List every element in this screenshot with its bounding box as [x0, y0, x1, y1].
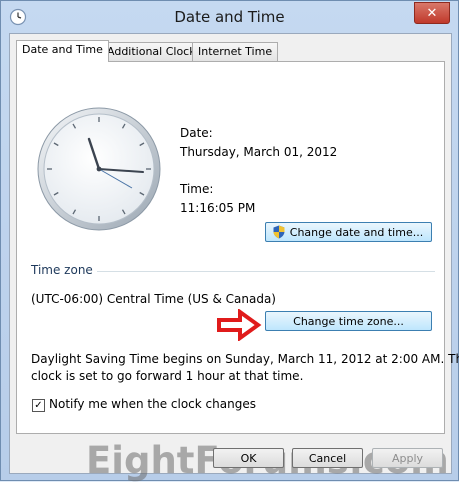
time-zone-separator [97, 271, 435, 272]
dst-info-line-2: clock is set to go forward 1 hour at tha… [31, 369, 304, 383]
time-zone-section-label: Time zone [31, 263, 93, 277]
time-value: 11:16:05 PM [180, 201, 256, 215]
change-time-zone-button[interactable]: Change time zone... [265, 311, 432, 331]
close-icon: ✕ [426, 5, 438, 21]
tab-internet-time[interactable]: Internet Time [192, 42, 279, 61]
notify-checkbox[interactable]: ✓ [32, 399, 45, 412]
date-time-tab-panel: Date: Thursday, March 01, 2012 Time: 11:… [16, 61, 459, 434]
apply-button[interactable]: Apply [372, 448, 443, 468]
change-date-time-button[interactable]: Change date and time... [265, 222, 432, 242]
dst-info-line-1: Daylight Saving Time begins on Sunday, M… [31, 352, 459, 366]
uac-shield-icon [273, 225, 285, 239]
date-label: Date: [180, 126, 213, 140]
dialog-client-area: Date and Time Additional Clocks Internet… [9, 33, 459, 482]
close-button[interactable]: ✕ [414, 2, 450, 24]
change-date-time-label: Change date and time... [289, 226, 424, 239]
time-label: Time: [180, 182, 214, 196]
time-zone-value: (UTC-06:00) Central Time (US & Canada) [31, 292, 276, 306]
notify-label[interactable]: Notify me when the clock changes [49, 397, 256, 411]
analog-clock [37, 107, 161, 231]
cancel-button[interactable]: Cancel [292, 448, 363, 468]
red-arrow-icon [217, 309, 262, 341]
date-value: Thursday, March 01, 2012 [180, 145, 338, 159]
title-bar[interactable]: Date and Time ✕ [1, 1, 458, 35]
window-title: Date and Time [174, 8, 285, 26]
tab-date-and-time[interactable]: Date and Time [16, 40, 109, 62]
ok-button[interactable]: OK [213, 448, 284, 468]
date-time-window: Date and Time ✕ Date and Time Additional… [0, 0, 459, 482]
